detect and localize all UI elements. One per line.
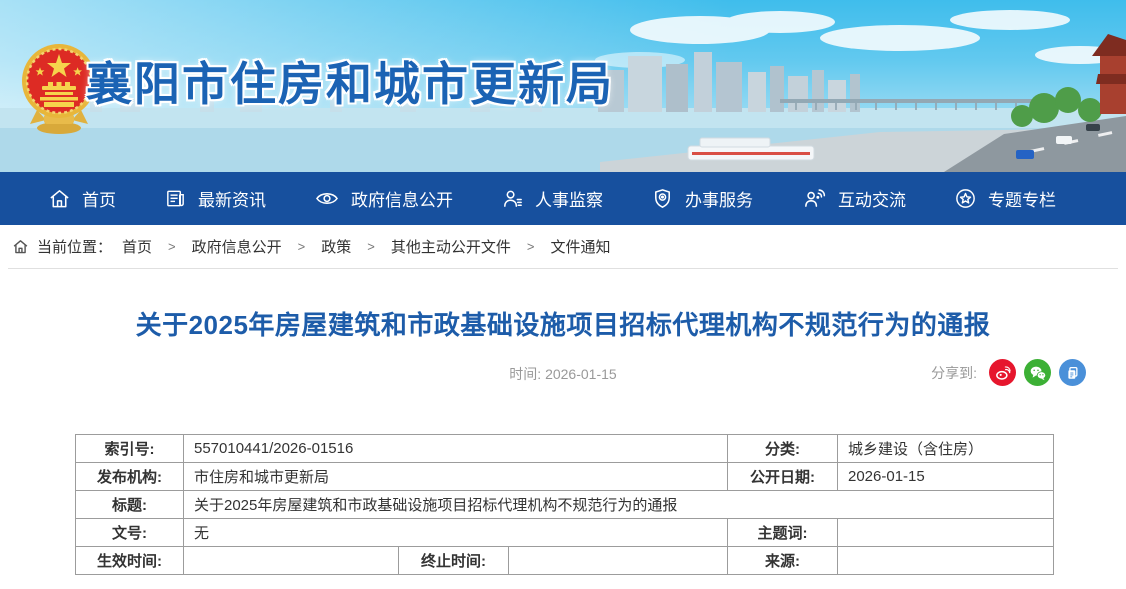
site-banner: 襄阳市住房和城市更新局 [0,0,1126,172]
breadcrumb-separator: > [367,239,375,254]
keywords-label: 主题词: [728,519,838,547]
category-value: 城乡建设（含住房） [838,435,1054,463]
breadcrumb-separator: > [168,239,176,254]
nav-item-home[interactable]: 首页 [48,186,116,211]
table-row: 生效时间: 终止时间: 来源: [76,547,1054,575]
site-title: 襄阳市住房和城市更新局 [86,48,614,114]
nav-label: 最新资讯 [198,186,266,211]
breadcrumb-label: 当前位置： [37,236,112,257]
expiry-date-value [509,547,728,575]
publish-date-value: 2026-01-15 [838,463,1054,491]
nav-item-services[interactable]: 办事服务 [651,186,753,211]
source-value [838,547,1054,575]
doc-title-value: 关于2025年房屋建筑和市政基础设施项目招标代理机构不规范行为的通报 [184,491,1054,519]
table-row: 发布机构: 市住房和城市更新局 公开日期: 2026-01-15 [76,463,1054,491]
news-icon [164,187,187,210]
table-row: 索引号: 557010441/2026-01516 分类: 城乡建设（含住房） [76,435,1054,463]
category-label: 分类: [728,435,838,463]
breadcrumb: 当前位置： 首页 > 政府信息公开 > 政策 > 其他主动公开文件 > 文件通知 [8,225,1118,269]
index-number-label: 索引号: [76,435,184,463]
expiry-date-label: 终止时间: [399,547,509,575]
breadcrumb-separator: > [298,239,306,254]
nav-label: 政府信息公开 [351,186,453,211]
weibo-share-button[interactable] [989,359,1016,386]
nav-label: 互动交流 [838,186,906,211]
breadcrumb-item-file-notice[interactable]: 文件通知 [550,236,610,257]
home-icon [12,238,29,255]
home-icon [48,187,71,210]
breadcrumb-item-policy[interactable]: 政策 [321,236,351,257]
wechat-share-button[interactable] [1024,359,1051,386]
share-label: 分享到: [931,363,977,383]
publish-agency-value: 市住房和城市更新局 [184,463,728,491]
star-circle-icon [954,187,977,210]
article-meta: 时间: 2026-01-15 分享到: [0,359,1126,389]
publish-agency-label: 发布机构: [76,463,184,491]
breadcrumb-item-other-public-files[interactable]: 其他主动公开文件 [391,236,511,257]
people-chat-icon [801,187,827,210]
table-row: 标题: 关于2025年房屋建筑和市政基础设施项目招标代理机构不规范行为的通报 [76,491,1054,519]
keywords-value [838,519,1054,547]
share-toolbar: 分享到: [931,359,1086,386]
index-number-value: 557010441/2026-01516 [184,435,728,463]
table-row: 文号: 无 主题词: [76,519,1054,547]
nav-item-interaction[interactable]: 互动交流 [801,186,906,211]
nav-label: 人事监察 [535,186,603,211]
nav-label: 办事服务 [685,186,753,211]
nav-item-special-columns[interactable]: 专题专栏 [954,186,1056,211]
nav-label: 专题专栏 [988,186,1056,211]
breadcrumb-item-home[interactable]: 首页 [122,236,152,257]
main-navigation: 首页 最新资讯 政府信息公开 [0,172,1126,225]
badge-icon [651,187,674,210]
page-title: 关于2025年房屋建筑和市政基础设施项目招标代理机构不规范行为的通报 [40,305,1086,342]
effective-date-label: 生效时间: [76,547,184,575]
nav-label: 首页 [82,186,116,211]
document-info-table: 索引号: 557010441/2026-01516 分类: 城乡建设（含住房） … [75,434,1054,575]
breadcrumb-separator: > [527,239,535,254]
nav-item-personnel[interactable]: 人事监察 [501,186,603,211]
copy-link-share-button[interactable] [1059,359,1086,386]
doc-title-label: 标题: [76,491,184,519]
breadcrumb-item-gov-info[interactable]: 政府信息公开 [192,236,282,257]
nav-item-gov-info[interactable]: 政府信息公开 [314,186,453,211]
person-list-icon [501,187,524,210]
time-value: 2026-01-15 [545,366,617,382]
publish-date-label: 公开日期: [728,463,838,491]
eye-icon [314,187,340,210]
source-label: 来源: [728,547,838,575]
doc-number-value: 无 [184,519,728,547]
doc-number-label: 文号: [76,519,184,547]
time-label: 时间: [509,366,545,382]
nav-item-news[interactable]: 最新资讯 [164,186,266,211]
effective-date-value [184,547,399,575]
